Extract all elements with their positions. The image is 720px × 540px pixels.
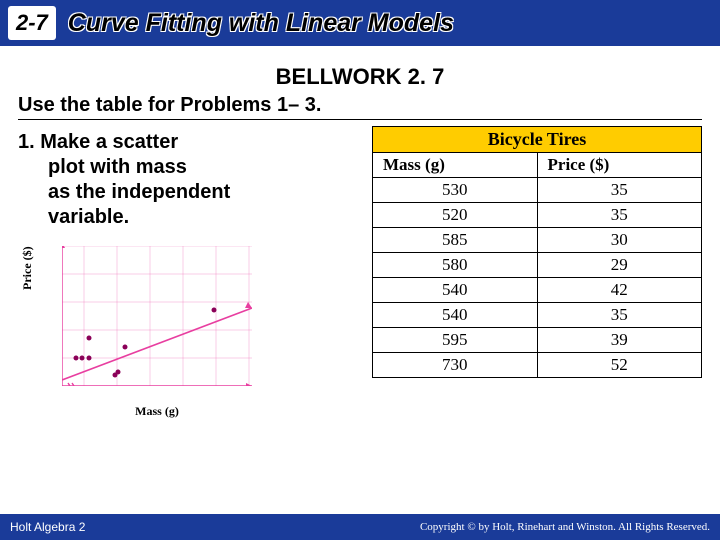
bellwork-heading: BELLWORK 2. 7 bbox=[18, 64, 702, 90]
problem-line: variable. bbox=[18, 205, 348, 230]
problem-line: plot with mass bbox=[18, 155, 348, 180]
instruction-text: Use the table for Problems 1– 3. bbox=[18, 94, 702, 120]
book-title: Holt Algebra 2 bbox=[10, 520, 85, 534]
scatter-plot: 0 525 575 625 675 725 25 35 45 55 75 bbox=[24, 240, 264, 420]
y-axis-label: Price ($) bbox=[20, 246, 35, 290]
col-header-mass: Mass (g) bbox=[373, 153, 538, 178]
footer: Holt Algebra 2 Copyright © by Holt, Rine… bbox=[0, 514, 720, 540]
chart-svg: 0 525 575 625 675 725 25 35 45 55 75 bbox=[62, 246, 252, 386]
table-row: 54042 bbox=[373, 278, 702, 303]
table-row: 53035 bbox=[373, 178, 702, 203]
table-row: 54035 bbox=[373, 303, 702, 328]
x-axis-label: Mass (g) bbox=[135, 404, 179, 418]
table-row: 59539 bbox=[373, 328, 702, 353]
problem-1: 1. Make a scatter plot with mass as the … bbox=[18, 130, 348, 230]
data-table: Bicycle Tires Mass (g) Price ($) 53035 5… bbox=[372, 126, 702, 378]
table-row: 58530 bbox=[373, 228, 702, 253]
header-bar: 2-7 Curve Fitting with Linear Models bbox=[0, 0, 720, 46]
problem-number: 1. bbox=[18, 131, 35, 153]
col-header-price: Price ($) bbox=[537, 153, 701, 178]
table-title: Bicycle Tires bbox=[373, 127, 702, 153]
table-row: 73052 bbox=[373, 353, 702, 378]
table-row: 52035 bbox=[373, 203, 702, 228]
lesson-number: 2-7 bbox=[8, 6, 56, 40]
content: BELLWORK 2. 7 Use the table for Problems… bbox=[0, 46, 720, 420]
copyright: Copyright © by Holt, Rinehart and Winsto… bbox=[420, 521, 710, 533]
lesson-title: Curve Fitting with Linear Models bbox=[68, 9, 454, 38]
problem-line: Make a scatter bbox=[40, 131, 178, 153]
table-row: 58029 bbox=[373, 253, 702, 278]
problem-line: as the independent bbox=[18, 180, 348, 205]
